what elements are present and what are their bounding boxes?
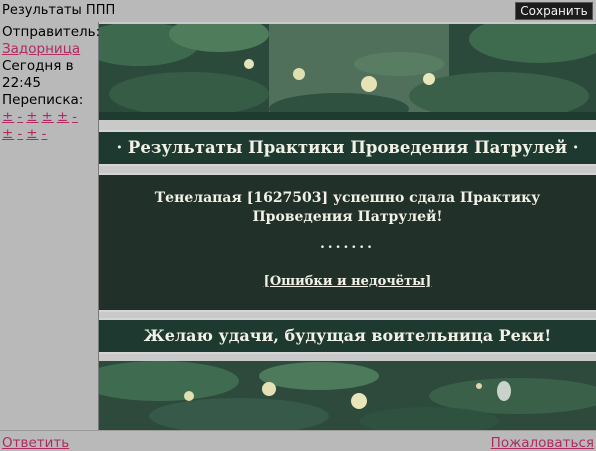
thread-link[interactable]: - [72,109,78,125]
errors-link-container: [Ошибки и недочёты] [99,272,596,291]
bottom-banner-image [99,361,596,430]
thread-links-row-1: ± - ± ± ± - [2,109,98,126]
thread-label: Переписка: [2,92,84,108]
sender-link[interactable]: Задорница [2,41,80,57]
message-title-panel: · Результаты Практики Проведения Патруле… [99,130,596,166]
thread-link[interactable]: - [17,126,23,142]
thread-link[interactable]: - [17,109,23,125]
thread-link[interactable]: ± [2,109,14,125]
separator-dots: ....... [319,236,376,252]
message-meta-sidebar: Отправитель: Задорница Сегодня в 22:45 П… [0,22,101,430]
title-bar: Результаты ППП Сохранить [0,0,596,22]
top-banner-image [99,24,596,120]
thread-link[interactable]: ± [26,126,38,142]
report-link[interactable]: Пожаловаться [491,435,594,451]
message-content: · Результаты Практики Проведения Патруле… [99,22,596,430]
thread-link[interactable]: ± [57,109,69,125]
reply-link[interactable]: Ответить [2,435,69,451]
thread-link[interactable]: ± [2,126,14,142]
save-button[interactable]: Сохранить [515,2,593,20]
wish-text: Желаю удачи, будущая воительница Реки! [143,326,552,345]
message-body-panel: Тенелапая [1627503] успешно сдала Практи… [99,173,596,312]
thread-link[interactable]: ± [26,109,38,125]
time-label: Сегодня в [2,58,74,74]
thread-links-row-2: ± - ± - [2,126,98,143]
wish-panel: Желаю удачи, будущая воительница Реки! [99,318,596,354]
thread-link[interactable]: - [42,126,48,142]
message-text: Тенелапая [1627503] успешно сдала Практи… [154,190,541,225]
message-title: · Результаты Практики Проведения Патруле… [116,138,579,157]
time-value: 22:45 [2,75,41,91]
errors-link[interactable]: [Ошибки и недочёты] [264,274,432,289]
thread-link[interactable]: ± [42,109,54,125]
footer-bar: Ответить Пожаловаться [0,430,596,451]
sender-label: Отправитель: [2,24,101,40]
window-title: Результаты ППП [2,3,116,18]
